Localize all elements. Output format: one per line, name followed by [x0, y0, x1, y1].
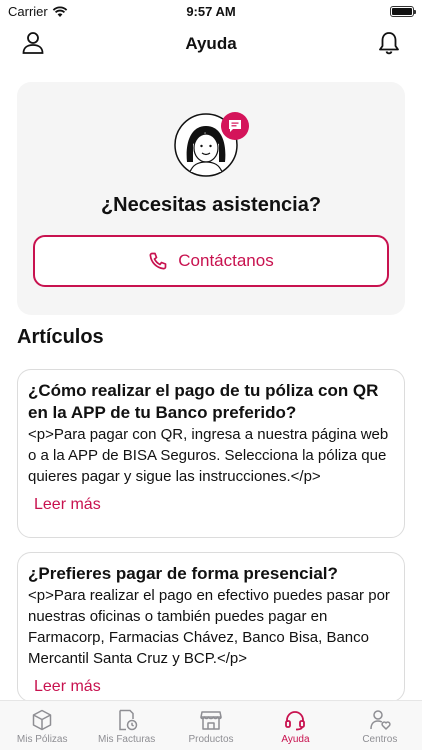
tab-label: Centros: [362, 734, 398, 745]
contact-button[interactable]: Contáctanos: [33, 235, 389, 287]
contact-button-label: Contáctanos: [178, 251, 274, 270]
article-body: <p>Para pagar con QR, ingresa a nuestra …: [28, 426, 389, 485]
tab-bar: Mis Pólizas Mis Facturas Productos Ayuda: [0, 700, 422, 750]
tab-mis-polizas[interactable]: Mis Pólizas: [0, 701, 84, 750]
tab-ayuda[interactable]: Ayuda: [253, 701, 337, 750]
article-body: <p>Para realizar el pago en efectivo pue…: [28, 587, 390, 667]
tab-centros[interactable]: Centros: [338, 701, 422, 750]
notifications-button[interactable]: [376, 30, 402, 56]
clock: 9:57 AM: [186, 4, 236, 19]
status-bar: Carrier 9:57 AM: [0, 0, 422, 24]
articles-heading: Artículos: [17, 326, 104, 348]
headset-icon: [285, 711, 306, 731]
box-icon: [32, 709, 52, 731]
phone-icon: [149, 252, 167, 270]
tab-label: Mis Facturas: [97, 734, 156, 745]
store-icon: [200, 711, 222, 730]
page-title: Ayuda: [185, 34, 237, 53]
user-heart-icon: [370, 710, 391, 730]
article-title: ¿Prefieres pagar de forma presencial?: [28, 564, 338, 583]
article-card[interactable]: ¿Prefieres pagar de forma presencial? <p…: [17, 552, 405, 702]
nav-bar: Ayuda: [0, 24, 422, 64]
tab-label: Productos: [188, 734, 234, 745]
assistance-card: ¿Necesitas asistencia? Contáctanos: [17, 82, 405, 315]
tab-productos[interactable]: Productos: [169, 701, 253, 750]
battery-icon: [390, 6, 416, 17]
bell-icon: [379, 32, 399, 55]
read-more-link[interactable]: Leer más: [34, 496, 394, 514]
read-more-link[interactable]: Leer más: [34, 678, 394, 696]
article-card[interactable]: ¿Cómo realizar el pago de tu póliza con …: [17, 369, 405, 538]
assistance-title: ¿Necesitas asistencia?: [100, 194, 322, 216]
tab-label: Ayuda: [281, 734, 310, 745]
article-title: ¿Cómo realizar el pago de tu póliza con …: [28, 381, 379, 422]
invoice-clock-icon: [118, 709, 137, 731]
tab-mis-facturas[interactable]: Mis Facturas: [84, 701, 168, 750]
chat-bubble-icon: [229, 120, 241, 132]
tab-label: Mis Pólizas: [16, 734, 68, 745]
chat-badge: [221, 112, 249, 140]
